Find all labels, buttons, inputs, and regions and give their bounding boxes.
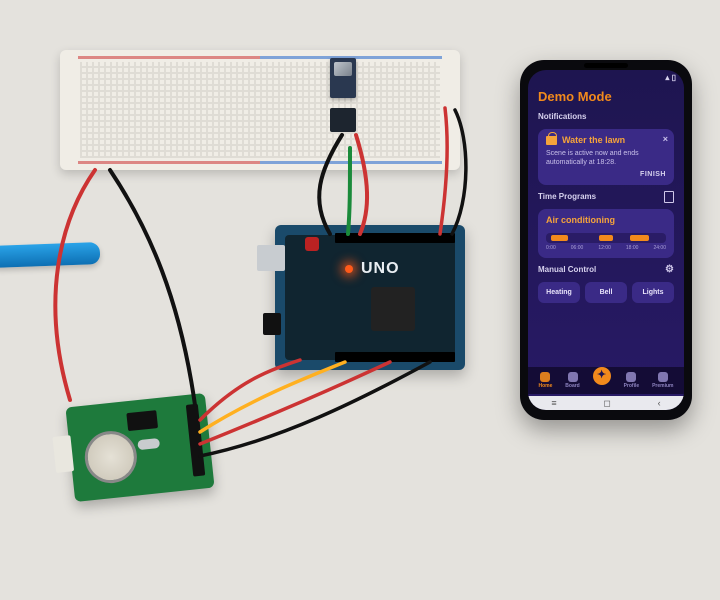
softkey-back[interactable]: ‹ — [658, 399, 661, 408]
nav-action[interactable]: ✦ — [593, 377, 611, 385]
arduino-header-digital — [335, 233, 455, 243]
program-segment — [551, 235, 568, 241]
softkey-home[interactable]: ◻ — [603, 399, 610, 408]
nav-profile[interactable]: Profile — [624, 372, 640, 389]
program-segment — [630, 235, 649, 241]
phone-status-bar: ▴ ▯ — [528, 70, 684, 82]
program-timeline[interactable] — [546, 233, 666, 243]
app-title: Demo Mode — [528, 82, 684, 109]
notification-title: Water the lawn — [562, 136, 625, 145]
tick-label: 12:00 — [598, 246, 611, 251]
notification-finish-button[interactable]: FINISH — [546, 171, 666, 178]
phone-screen: ▴ ▯ Demo Mode Notifications × Water the … — [528, 70, 684, 410]
arduino-power-led — [345, 265, 353, 273]
time-program-card[interactable]: Air conditioning 0:00 06:00 12:00 18:00 … — [538, 209, 674, 258]
arduino-header-analog — [335, 352, 455, 362]
arduino-silkscreen — [285, 235, 455, 360]
nav-home[interactable]: Home — [538, 372, 552, 389]
breadboard-tie-points — [80, 62, 440, 158]
arduino-usb-port — [257, 245, 285, 271]
rtc-module — [65, 393, 214, 502]
softkey-recents[interactable]: ≡ — [551, 399, 556, 408]
breadboard-rail-bottom — [78, 161, 442, 164]
control-heating[interactable]: Heating — [538, 282, 580, 303]
home-icon — [540, 372, 550, 382]
rtc-coin-cell — [82, 429, 139, 486]
notification-card[interactable]: × Water the lawn Scene is active now and… — [538, 129, 674, 185]
program-ticks: 0:00 06:00 12:00 18:00 24:00 — [546, 246, 666, 251]
rtc-ic-chip — [126, 410, 158, 431]
bottom-nav: Home Board ✦ Profile Premium — [528, 367, 684, 394]
close-icon[interactable]: × — [663, 135, 668, 144]
android-softkeys: ≡ ◻ ‹ — [528, 396, 684, 410]
usb-cable — [0, 242, 100, 268]
arduino-mcu-chip — [371, 287, 415, 331]
section-notifications: Notifications — [528, 109, 684, 125]
notification-body: Scene is active now and ends automatical… — [546, 149, 666, 167]
arduino-uno: UNO — [275, 225, 465, 370]
workbench-photo: UNO ▴ ▯ Demo Mode — [0, 0, 720, 600]
tick-label: 18:00 — [626, 246, 639, 251]
breakout-board — [330, 108, 356, 132]
smartphone: ▴ ▯ Demo Mode Notifications × Water the … — [520, 60, 692, 420]
watering-icon — [546, 136, 557, 145]
manual-controls: Heating Bell Lights — [528, 278, 684, 307]
notification-title-row: Water the lawn — [546, 136, 666, 145]
nav-premium[interactable]: Premium — [652, 372, 673, 389]
breadboard — [60, 50, 460, 170]
breadboard-rail-top — [78, 56, 442, 59]
program-title: Air conditioning — [546, 216, 666, 225]
section-manual-control: Manual Control — [538, 262, 606, 278]
control-lights[interactable]: Lights — [632, 282, 674, 303]
premium-icon — [658, 372, 668, 382]
nav-board[interactable]: Board — [565, 372, 579, 389]
tick-label: 0:00 — [546, 246, 556, 251]
tick-label: 06:00 — [571, 246, 584, 251]
arduino-board-label: UNO — [361, 261, 400, 277]
rtc-crystal — [137, 438, 160, 450]
rtc-jst-connector — [52, 435, 74, 473]
phone-earpiece — [584, 63, 628, 68]
arduino-reset-button — [305, 237, 319, 251]
star-icon: ✦ — [593, 367, 611, 385]
section-time-programs: Time Programs — [538, 189, 606, 205]
tick-label: 24:00 — [653, 246, 666, 251]
program-segment — [599, 235, 613, 241]
board-icon — [568, 372, 578, 382]
rtc-header-pins — [186, 404, 205, 477]
profile-icon — [626, 372, 636, 382]
gear-icon[interactable]: ⚙ — [665, 265, 674, 275]
bluetooth-module — [330, 58, 356, 98]
control-bell[interactable]: Bell — [585, 282, 627, 303]
status-icons: ▴ ▯ — [665, 74, 676, 82]
copy-icon[interactable] — [664, 191, 674, 203]
arduino-barrel-jack — [263, 313, 281, 335]
